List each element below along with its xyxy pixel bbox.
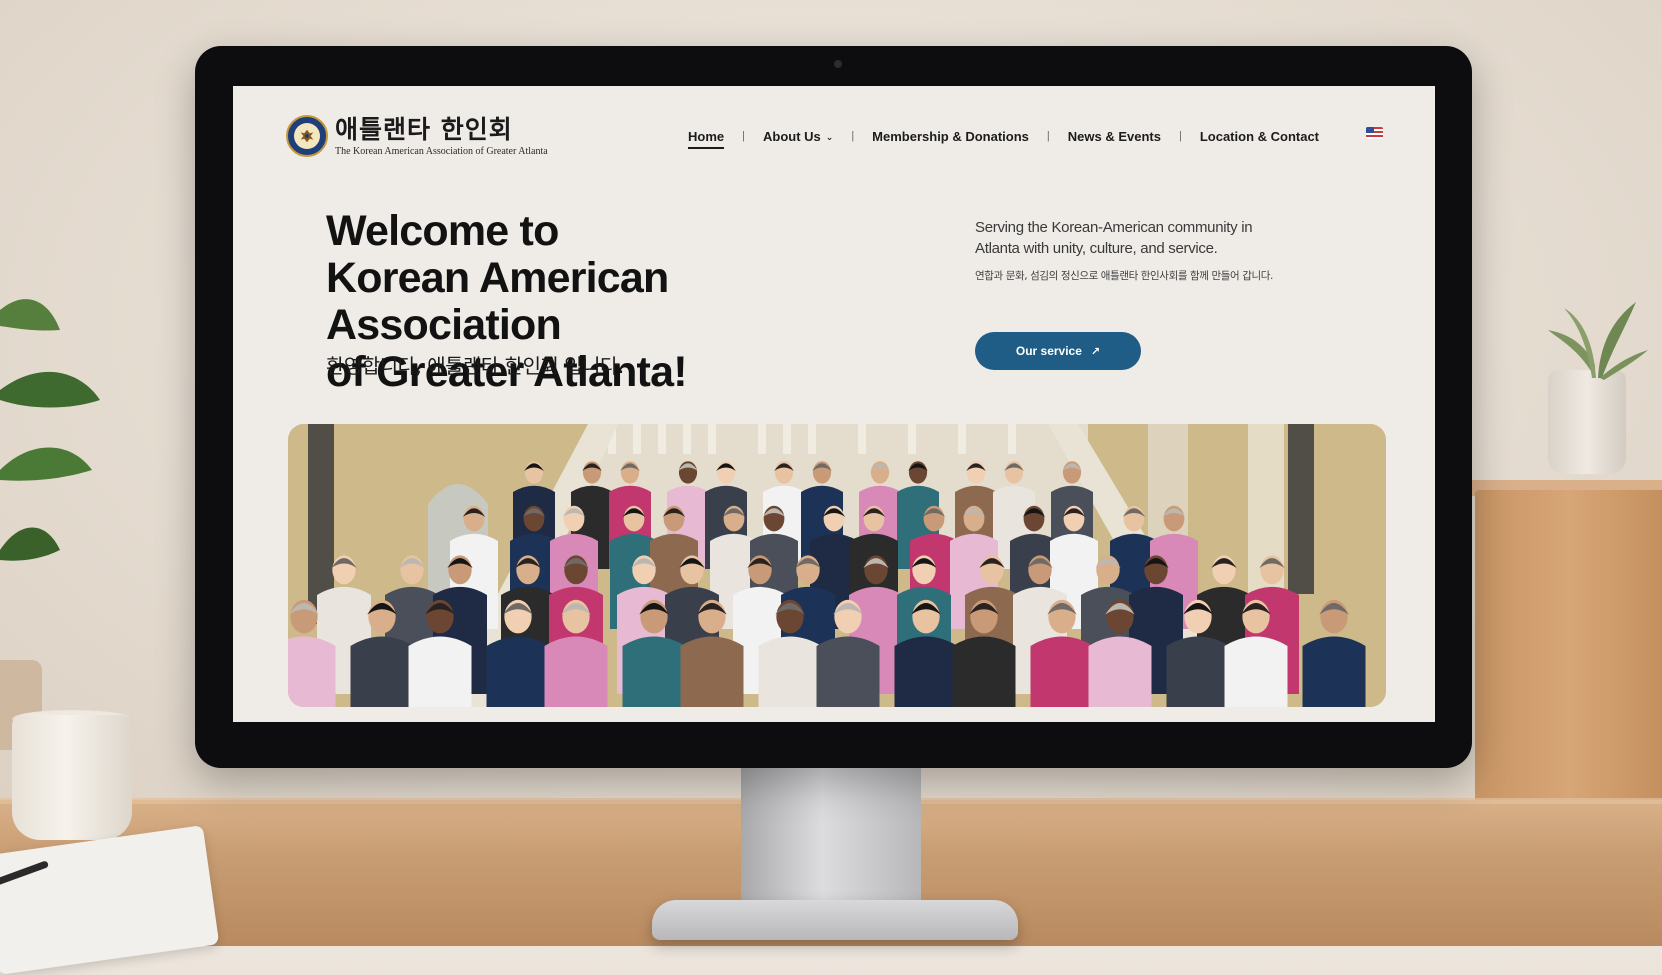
plant-left xyxy=(0,299,100,561)
hero-title-line: Welcome to xyxy=(326,207,559,255)
nav-news-events[interactable]: News & Events xyxy=(1068,129,1161,144)
logo-english-name: The Korean American Association of Great… xyxy=(335,145,548,157)
nav-membership-donations[interactable]: Membership & Donations xyxy=(872,129,1029,144)
chevron-down-icon: ⌄ xyxy=(825,131,834,142)
arrow-up-right-icon: ↗ xyxy=(1090,345,1101,358)
group-photo-banner xyxy=(288,424,1386,707)
nav-separator: | xyxy=(742,130,745,142)
nav-home[interactable]: Home xyxy=(688,129,725,149)
our-service-button[interactable]: Our service ↗ xyxy=(975,332,1141,370)
association-seal-icon xyxy=(286,115,328,157)
monitor-base xyxy=(652,900,1018,940)
hero-tagline-korean: 연합과 문화, 섬김의 정신으로 애틀랜타 한인사회를 함께 만들어 갑니다. xyxy=(975,270,1273,282)
camera-icon xyxy=(834,60,842,68)
our-service-label: Our service xyxy=(1015,344,1082,358)
nav-about-us[interactable]: About Us ⌄ xyxy=(763,129,833,144)
nav-separator: | xyxy=(1178,130,1182,142)
hero-title-line: Korean American Association xyxy=(326,254,669,349)
website-screen: 애틀랜타 한인회 The Korean American Association… xyxy=(233,86,1435,722)
group-photo-illustration xyxy=(288,424,1386,707)
plant-right xyxy=(1548,302,1648,380)
us-flag-icon[interactable] xyxy=(1366,127,1383,139)
nav-separator: | xyxy=(851,130,855,142)
hero-subtitle-korean: 환영합니다, 애틀랜타 한인회 입니다. xyxy=(326,354,624,378)
logo-korean-name: 애틀랜타 한인회 xyxy=(335,114,513,144)
monitor-stand xyxy=(741,765,921,915)
nav-about-us-label: About Us xyxy=(762,128,821,144)
site-logo[interactable]: 애틀랜타 한인회 The Korean American Association… xyxy=(286,115,548,157)
hero-tagline: Serving the Korean-American community in… xyxy=(975,219,1253,257)
mug xyxy=(12,715,132,840)
nav-location-contact[interactable]: Location & Contact xyxy=(1200,129,1319,144)
main-nav: Home | About Us ⌄ | Membership & Donation… xyxy=(688,126,1319,149)
cabinet xyxy=(1475,490,1662,802)
vase xyxy=(1548,370,1626,474)
nav-separator: | xyxy=(1046,130,1050,142)
